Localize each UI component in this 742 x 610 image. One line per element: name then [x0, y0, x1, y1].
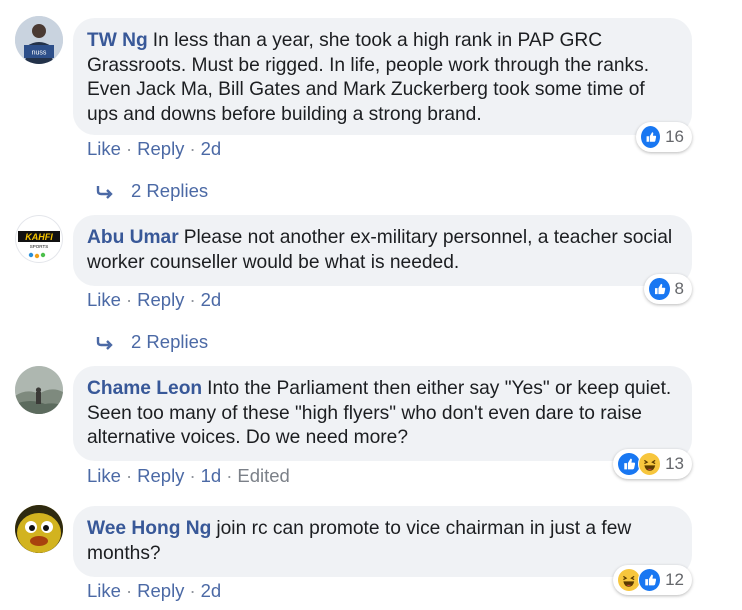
like-link[interactable]: Like [87, 465, 121, 486]
comment-bubble: Abu Umar Please not another ex-military p… [73, 215, 692, 286]
avatar-logo-text: nuss [32, 50, 47, 57]
reaction-count: 16 [665, 127, 684, 146]
comment-text: In less than a year, she took a high ran… [87, 30, 650, 125]
avatar[interactable] [15, 366, 63, 414]
haha-icon [637, 452, 662, 476]
comment-time[interactable]: 2d [201, 138, 222, 159]
reaction-summary[interactable]: 13 [613, 449, 692, 479]
reply-arrow-icon [96, 337, 113, 350]
like-link[interactable]: Like [87, 138, 121, 159]
comment-bubble: Chame Leon Into the Parliament then eithe… [73, 366, 692, 461]
reply-arrow-icon [96, 186, 113, 199]
avatar[interactable]: nuss [15, 16, 63, 64]
comment-actions: Like · Reply · 1d · Edited [87, 465, 290, 486]
like-icon [648, 277, 671, 301]
comment-bubble: TW Ng In less than a year, she took a hig… [73, 18, 692, 135]
comment-actions: Like · Reply · 2d [87, 580, 222, 601]
comment-bubble: Wee Hong Ng join rc can promote to vice c… [73, 506, 692, 577]
reaction-summary[interactable]: 8 [644, 274, 692, 304]
like-icon [637, 568, 662, 592]
replies-label: 2 Replies [131, 331, 209, 352]
comment-author[interactable]: TW Ng [87, 30, 148, 51]
replies-label: 2 Replies [131, 180, 209, 201]
comment-actions: Like · Reply · 2d [87, 138, 222, 159]
like-link[interactable]: Like [87, 580, 121, 601]
comment-time[interactable]: 2d [201, 289, 222, 310]
comment-time[interactable]: 1d [201, 465, 222, 486]
like-icon [640, 125, 662, 149]
reply-link[interactable]: Reply [137, 465, 184, 486]
avatar[interactable] [15, 505, 63, 553]
view-replies-link[interactable]: 2 Replies [95, 331, 208, 353]
comment-author[interactable]: Chame Leon [87, 378, 202, 399]
reaction-count: 12 [665, 570, 684, 589]
like-icon [617, 452, 641, 476]
reply-link[interactable]: Reply [137, 289, 184, 310]
reply-link[interactable]: Reply [137, 580, 184, 601]
reaction-summary[interactable]: 12 [613, 565, 692, 595]
like-link[interactable]: Like [87, 289, 121, 310]
avatar[interactable]: KAHFI SPORTS [15, 215, 63, 263]
reaction-count: 13 [665, 454, 684, 473]
haha-icon [617, 568, 641, 592]
comment-actions: Like · Reply · 2d [87, 289, 222, 310]
avatar-logo-text: KAHFI [25, 232, 53, 242]
comment-author[interactable]: Wee Hong Ng [87, 518, 211, 539]
edited-label[interactable]: Edited [237, 465, 289, 486]
comment-author[interactable]: Abu Umar [87, 227, 179, 248]
avatar-logo-subtext: SPORTS [30, 244, 48, 249]
reaction-summary[interactable]: 16 [636, 122, 692, 152]
reaction-count: 8 [674, 279, 684, 298]
comment-time[interactable]: 2d [201, 580, 222, 601]
view-replies-link[interactable]: 2 Replies [95, 180, 208, 202]
reply-link[interactable]: Reply [137, 138, 184, 159]
